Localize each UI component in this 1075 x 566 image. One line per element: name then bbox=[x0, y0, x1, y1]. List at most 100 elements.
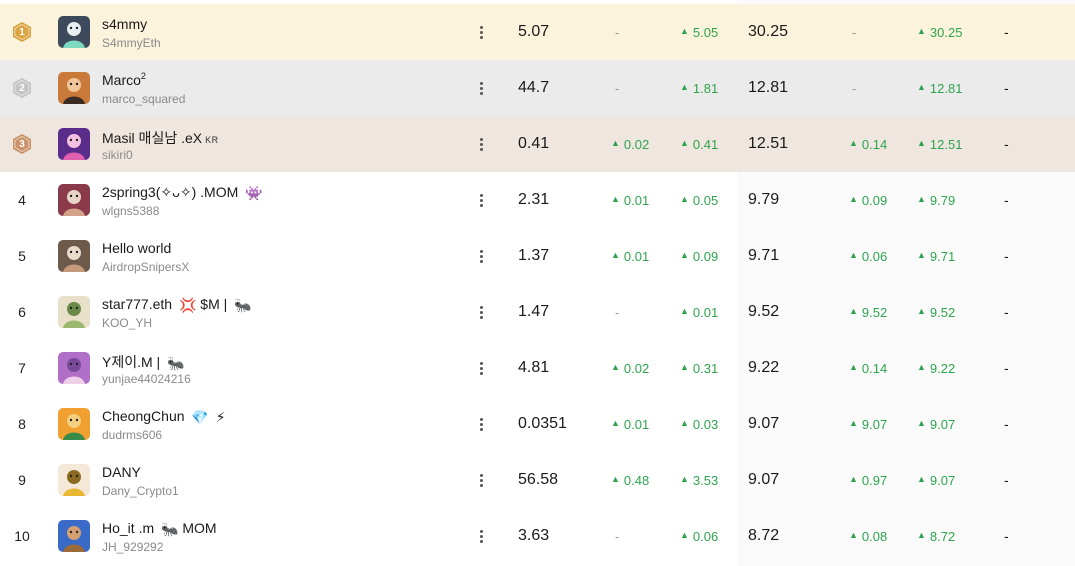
more-options-icon[interactable] bbox=[474, 526, 488, 546]
change-value: 3.53 bbox=[692, 472, 719, 488]
user-handle: JH_929292 bbox=[102, 540, 164, 554]
change-empty: - bbox=[615, 304, 620, 320]
avatar[interactable] bbox=[58, 352, 90, 384]
more-options-icon[interactable] bbox=[474, 190, 488, 210]
user-handle: sikiri0 bbox=[102, 148, 133, 162]
value-last: - bbox=[1004, 304, 1009, 320]
display-name-text: Marco bbox=[102, 72, 141, 88]
up-triangle-icon: ▲ bbox=[849, 418, 858, 428]
avatar[interactable] bbox=[58, 296, 90, 328]
rank-number: 9 bbox=[18, 472, 26, 488]
change-up: ▲ 0.48 bbox=[611, 452, 649, 508]
table-row[interactable]: 1 s4mmy S4mmyEth 5.07- ▲ 5.05 30.25- ▲ 30.25- bbox=[0, 4, 1075, 60]
change-up: ▲ 0.09 bbox=[680, 228, 718, 284]
change-value: 9.52 bbox=[861, 304, 888, 320]
name-suffix: MOM bbox=[182, 520, 217, 536]
display-name[interactable]: s4mmy bbox=[102, 16, 147, 32]
change-up: ▲ 8.72 bbox=[917, 508, 955, 564]
change-up: ▲ 0.02 bbox=[611, 116, 649, 172]
display-name[interactable]: Masil 매실남 .eX KR bbox=[102, 128, 219, 148]
up-triangle-icon: ▲ bbox=[680, 418, 689, 428]
change-value: 9.71 bbox=[929, 248, 956, 264]
display-name[interactable]: DANY bbox=[102, 464, 141, 480]
change-value: 0.14 bbox=[861, 136, 888, 152]
more-options-icon[interactable] bbox=[474, 134, 488, 154]
value-primary: 0.41 bbox=[518, 135, 550, 152]
display-name[interactable]: CheongChun 💎 ⚡ bbox=[102, 408, 226, 426]
name-suffix: $M | bbox=[200, 296, 228, 312]
rank-medal-icon: 1 bbox=[11, 21, 33, 43]
change-up: ▲ 9.71 bbox=[917, 228, 955, 284]
change-value: 9.07 bbox=[929, 416, 956, 432]
display-name[interactable]: Ho_it .m 🐜 MOM bbox=[102, 520, 217, 538]
up-triangle-icon: ▲ bbox=[917, 362, 926, 372]
value-primary: 3.63 bbox=[518, 527, 550, 544]
rank-number: 1 bbox=[19, 26, 25, 38]
up-triangle-icon: ▲ bbox=[611, 250, 620, 260]
value-secondary: 8.72 bbox=[748, 527, 780, 544]
display-name[interactable]: Hello world bbox=[102, 240, 171, 256]
up-triangle-icon: ▲ bbox=[917, 306, 926, 316]
user-handle: S4mmyEth bbox=[102, 36, 161, 50]
change-up: ▲ 9.07 bbox=[917, 396, 955, 452]
avatar[interactable] bbox=[58, 16, 90, 48]
display-name-text: Masil 매실남 .eX bbox=[102, 130, 203, 146]
display-name[interactable]: Y제이.M | 🐜 bbox=[102, 352, 185, 372]
table-row[interactable]: 9 DANY Dany_Crypto1 56.58 ▲ 0.48 ▲ 3.53 9.07 ▲ 0.9… bbox=[0, 452, 1075, 508]
avatar[interactable] bbox=[58, 520, 90, 552]
user-handle: wlgns5388 bbox=[102, 204, 160, 218]
change-value: 12.51 bbox=[929, 136, 963, 152]
change-up: ▲ 1.81 bbox=[680, 60, 718, 116]
more-options-icon[interactable] bbox=[474, 414, 488, 434]
avatar[interactable] bbox=[58, 72, 90, 104]
value-last: - bbox=[1004, 416, 1009, 432]
more-options-icon[interactable] bbox=[474, 78, 488, 98]
value-secondary: 9.07 bbox=[748, 471, 780, 488]
user-handle: marco_squared bbox=[102, 92, 186, 106]
display-name-text: 2spring3(✧ᴗ✧) .MOM bbox=[102, 184, 239, 200]
table-row[interactable]: 10 Ho_it .m 🐜 MOM JH_929292 3.63- ▲ 0.06 8.72 ▲… bbox=[0, 508, 1075, 564]
change-up: ▲ 0.97 bbox=[849, 452, 887, 508]
table-row[interactable]: 6 star777.eth 💢 $M | 🐜 KOO_YH 1.47- ▲ 0.01 9.5… bbox=[0, 284, 1075, 340]
avatar[interactable] bbox=[58, 184, 90, 216]
more-options-icon[interactable] bbox=[474, 358, 488, 378]
more-options-icon[interactable] bbox=[474, 22, 488, 42]
display-name[interactable]: Marco2 bbox=[102, 71, 146, 88]
change-up: ▲ 0.02 bbox=[611, 340, 649, 396]
display-name[interactable]: 2spring3(✧ᴗ✧) .MOM 👾 bbox=[102, 184, 263, 202]
up-triangle-icon: ▲ bbox=[680, 474, 689, 484]
change-up: ▲ 12.81 bbox=[917, 60, 962, 116]
change-value: 0.48 bbox=[623, 472, 650, 488]
table-row[interactable]: 4 2spring3(✧ᴗ✧) .MOM 👾 wlgns5388 2.31 ▲ 0.01 ▲… bbox=[0, 172, 1075, 228]
up-triangle-icon: ▲ bbox=[680, 138, 689, 148]
more-options-icon[interactable] bbox=[474, 246, 488, 266]
more-options-icon[interactable] bbox=[474, 470, 488, 490]
avatar[interactable] bbox=[58, 128, 90, 160]
up-triangle-icon: ▲ bbox=[849, 194, 858, 204]
up-triangle-icon: ▲ bbox=[680, 26, 689, 36]
value-last: - bbox=[1004, 80, 1009, 96]
change-up: ▲ 9.22 bbox=[917, 340, 955, 396]
user-handle: yunjae44024216 bbox=[102, 372, 191, 386]
change-up: ▲ 9.79 bbox=[917, 172, 955, 228]
change-up: ▲ 5.05 bbox=[680, 4, 718, 60]
change-value: 9.52 bbox=[929, 304, 956, 320]
up-triangle-icon: ▲ bbox=[611, 138, 620, 148]
more-options-icon[interactable] bbox=[474, 302, 488, 322]
change-value: 8.72 bbox=[929, 528, 956, 544]
display-name[interactable]: star777.eth 💢 $M | 🐜 bbox=[102, 296, 252, 314]
avatar[interactable] bbox=[58, 408, 90, 440]
table-row[interactable]: 7 Y제이.M | 🐜 yunjae44024216 4.81 ▲ 0.02 ▲ 0.31 9.… bbox=[0, 340, 1075, 396]
country-tag: KR bbox=[205, 135, 219, 145]
avatar[interactable] bbox=[58, 240, 90, 272]
table-row[interactable]: 2 Marco2 marco_squared 44.7- ▲ 1.81 12.81- ▲ 12.… bbox=[0, 60, 1075, 116]
change-value: 0.09 bbox=[692, 248, 719, 264]
change-up: ▲ 0.01 bbox=[611, 228, 649, 284]
table-row[interactable]: 3 Masil 매실남 .eX KR sikiri0 0.41 ▲ 0.02 ▲ 0.41 12.… bbox=[0, 116, 1075, 172]
table-row[interactable]: 5 Hello world AirdropSnipersX 1.37 ▲ 0.01 ▲ 0.0… bbox=[0, 228, 1075, 284]
avatar[interactable] bbox=[58, 464, 90, 496]
table-row[interactable]: 8 CheongChun 💎 ⚡ dudrms606 0.0351 ▲ 0.01 ▲ 0.03… bbox=[0, 396, 1075, 452]
name-superscript: 2 bbox=[140, 71, 146, 81]
up-triangle-icon: ▲ bbox=[611, 194, 620, 204]
rank-number: 6 bbox=[18, 304, 26, 320]
